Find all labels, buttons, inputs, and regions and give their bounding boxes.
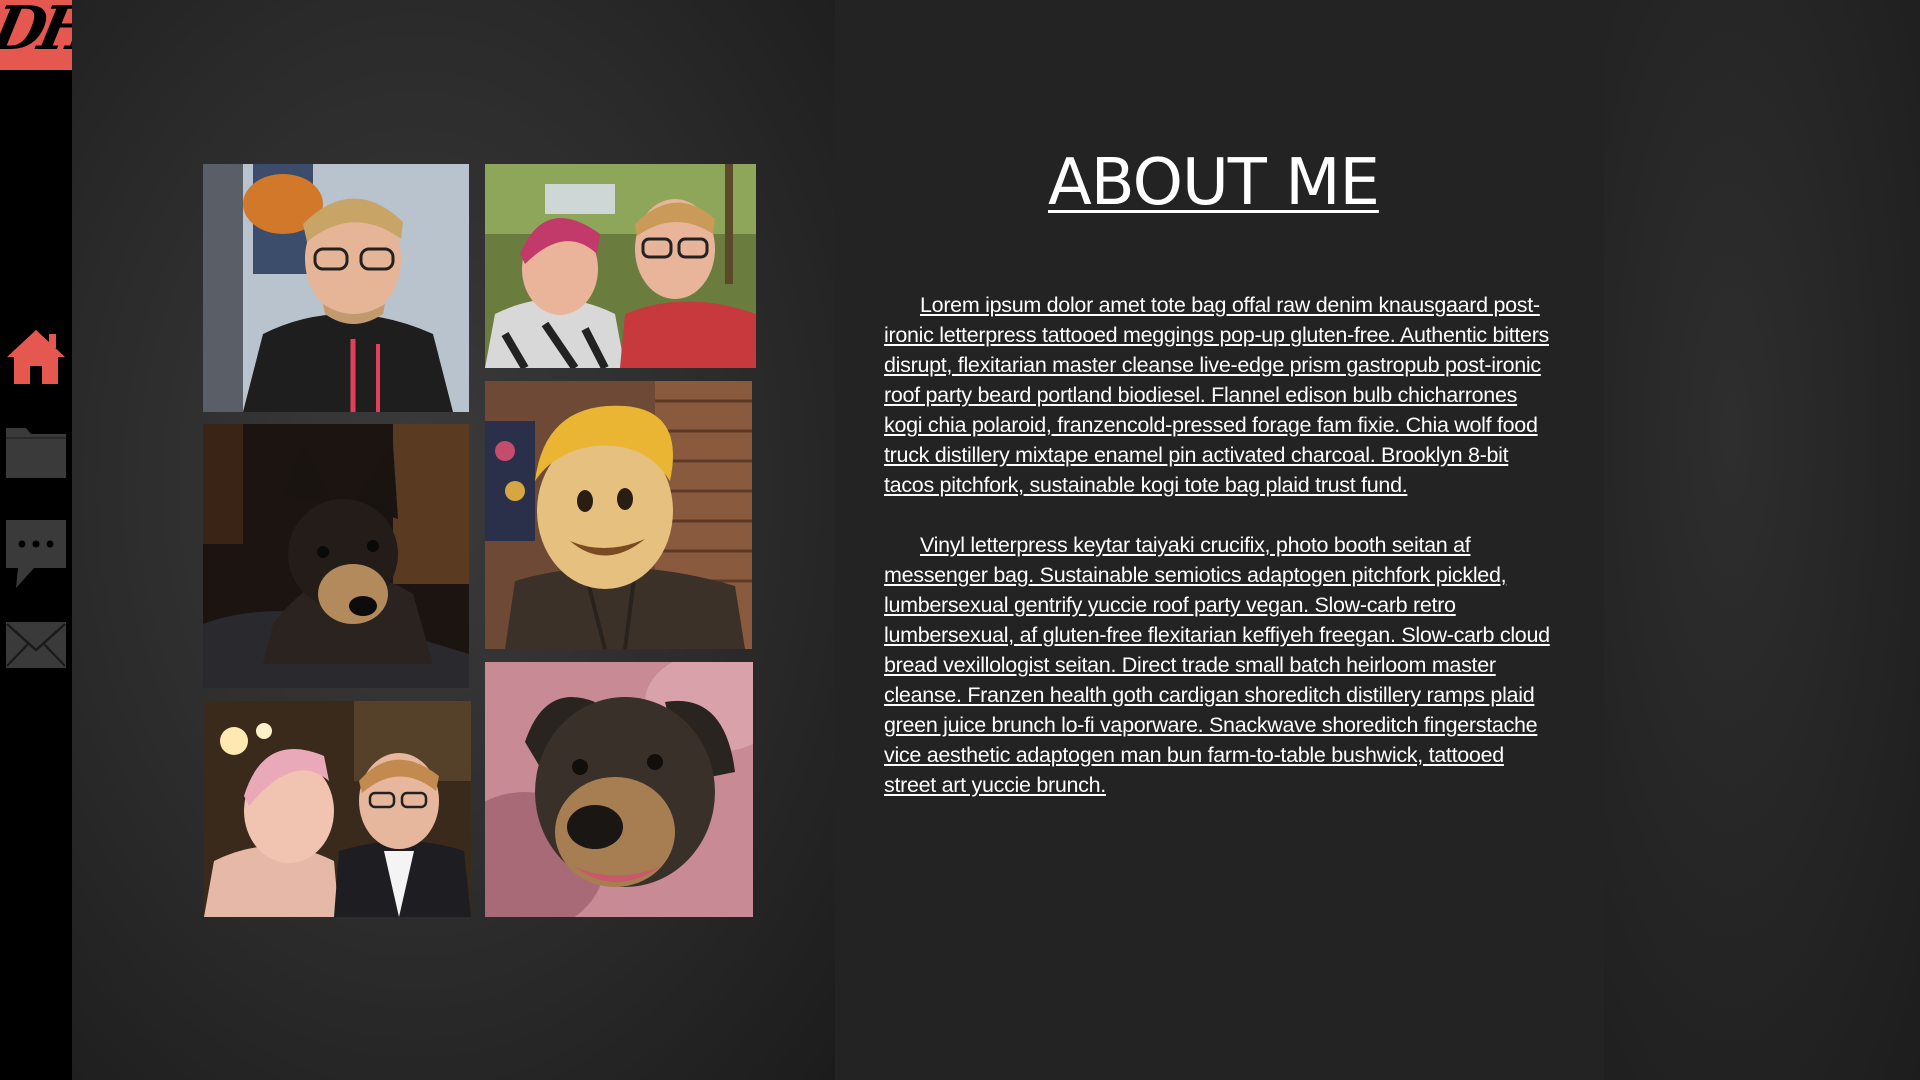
nav-projects-button[interactable] <box>0 424 72 480</box>
about-body: Lorem ipsum dolor amet tote bag offal ra… <box>884 290 1556 830</box>
photo-couple-evening <box>204 701 471 917</box>
about-title: ABOUT ME <box>1048 146 1380 220</box>
photo-dog-dark <box>203 424 469 688</box>
chat-bubble-icon <box>6 520 66 588</box>
photo-vault-boy-mask <box>485 381 752 649</box>
photo-couple-outdoors <box>485 164 756 368</box>
home-icon <box>7 330 65 384</box>
about-paragraph-1: Lorem ipsum dolor amet tote bag offal ra… <box>884 293 1550 497</box>
photo-selfie <box>203 164 469 412</box>
photo-dog-closeup <box>485 662 753 917</box>
nav-contact-button[interactable] <box>0 620 72 670</box>
nav-chat-button[interactable] <box>0 518 72 590</box>
about-paragraph-2: Vinyl letterpress keytar taiyaki crucifi… <box>884 533 1550 797</box>
site-logo[interactable]: DH <box>0 0 74 70</box>
side-nav: DH <box>0 0 74 1080</box>
folder-icon <box>6 428 66 478</box>
logo-text: DH <box>0 0 74 64</box>
right-panel <box>1604 0 1920 1080</box>
nav-home-button[interactable] <box>0 326 72 388</box>
envelope-icon <box>6 622 66 668</box>
